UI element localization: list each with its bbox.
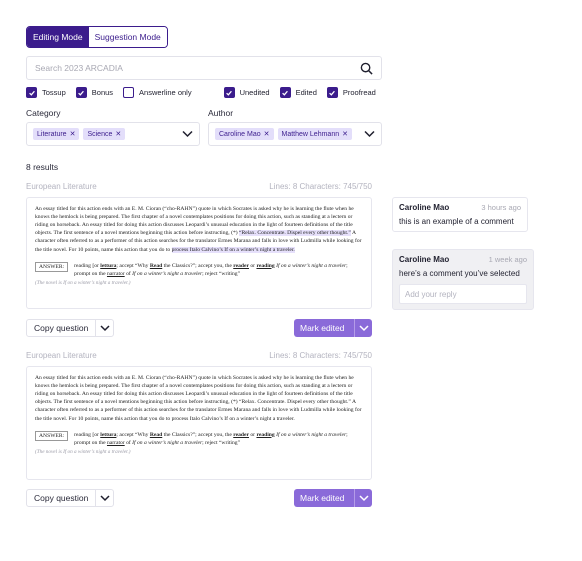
tag-label: Science xyxy=(87,130,113,138)
remove-tag-icon[interactable]: ✕ xyxy=(342,130,348,138)
author-tag: Matthew Lehmann ✕ xyxy=(277,128,352,140)
question-note: (The novel is If on a winter’s night a t… xyxy=(35,279,131,286)
checkbox-checked-icon xyxy=(223,87,235,98)
question-text: An essay titled for this action ends wit… xyxy=(35,205,363,254)
checkbox-checked-icon xyxy=(26,87,37,98)
remove-tag-icon[interactable]: ✕ xyxy=(264,130,270,138)
comment-header: Caroline Mao 1 week ago xyxy=(399,255,527,264)
tag-label: Caroline Mao xyxy=(219,130,261,138)
question-header: European Literature Lines: 8 Characters:… xyxy=(26,351,372,360)
results-count: 8 results xyxy=(26,162,59,172)
answer-label: ANSWER: xyxy=(35,261,69,272)
checkbox-checked-icon xyxy=(279,87,291,98)
suggestion-mode-button[interactable]: Suggestion Mode xyxy=(88,27,167,47)
editing-mode-button[interactable]: Editing Mode xyxy=(27,27,89,47)
mark-edited-label: Mark edited xyxy=(300,493,345,503)
author-label: Author xyxy=(208,108,234,118)
remove-tag-icon[interactable]: ✕ xyxy=(70,130,76,138)
question-text: An essay titled for this action ends wit… xyxy=(35,375,362,422)
copy-question-button[interactable]: Copy question xyxy=(26,319,115,337)
chevron-down-icon[interactable] xyxy=(95,320,113,336)
filter-answerline-only[interactable]: Answerline only xyxy=(123,87,192,98)
filter-label: Tossup xyxy=(42,88,66,97)
mark-edited-label: Mark edited xyxy=(300,323,345,333)
checkbox-unchecked-icon xyxy=(123,87,135,98)
author-select[interactable]: Caroline Mao ✕ Matthew Lehmann ✕ xyxy=(208,122,382,146)
filter-checkboxes: Tossup Bonus Answerline only Unedited Ed… xyxy=(26,87,380,98)
highlighted-text[interactable]: process Italo Calvino’s If on a winter’s… xyxy=(171,246,295,253)
question-header: European Literature Lines: 8 Characters:… xyxy=(26,182,372,191)
chevron-down-icon[interactable] xyxy=(354,319,372,337)
answer-row: ANSWER: reading [or lettura; accept “Why… xyxy=(35,261,363,278)
filter-tossup[interactable]: Tossup xyxy=(26,87,66,98)
question-category: European Literature xyxy=(26,182,97,191)
filter-unedited[interactable]: Unedited xyxy=(223,87,270,98)
chevron-down-icon[interactable] xyxy=(95,490,113,506)
question-card[interactable]: An essay titled for this action ends wit… xyxy=(26,366,372,480)
comment-body: here’s a comment you’ve selected xyxy=(399,269,520,278)
author-tag: Caroline Mao ✕ xyxy=(215,128,274,140)
comment-card-selected[interactable]: Caroline Mao 1 week ago here’s a comment… xyxy=(392,249,534,310)
filter-proofread[interactable]: Proofread xyxy=(326,87,376,98)
filter-label: Proofread xyxy=(342,88,376,97)
filter-bonus[interactable]: Bonus xyxy=(75,87,114,98)
comment-time: 3 hours ago xyxy=(481,203,521,212)
search-icon[interactable] xyxy=(359,61,373,75)
chevron-down-icon[interactable] xyxy=(181,128,193,140)
question-stats: Lines: 8 Characters: 745/750 xyxy=(269,182,372,191)
chevron-down-icon[interactable] xyxy=(363,128,375,140)
tag-label: Matthew Lehmann xyxy=(281,130,340,138)
comment-author: Caroline Mao xyxy=(399,203,450,212)
mode-toggle: Editing Mode Suggestion Mode xyxy=(26,26,168,48)
category-tag: Science ✕ xyxy=(83,128,126,140)
reply-input[interactable]: Add your reply xyxy=(399,284,527,304)
mark-edited-button[interactable]: Mark edited xyxy=(294,489,372,507)
filter-label: Unedited xyxy=(239,88,270,97)
category-select[interactable]: Literature ✕ Science ✕ xyxy=(26,122,200,146)
filter-label: Answerline only xyxy=(139,88,192,97)
checkbox-checked-icon xyxy=(326,87,338,98)
comment-header: Caroline Mao 3 hours ago xyxy=(399,203,521,212)
checkbox-checked-icon xyxy=(75,87,87,98)
answer-label: ANSWER: xyxy=(35,430,69,441)
search-input[interactable] xyxy=(35,63,359,73)
answer-row: ANSWER: reading [or lettura; accept “Why… xyxy=(35,430,363,447)
category-tag: Literature ✕ xyxy=(33,128,80,140)
filter-label: Bonus xyxy=(91,88,114,97)
tag-label: Literature xyxy=(37,130,67,138)
comment-time: 1 week ago xyxy=(488,255,527,264)
comment-body: this is an example of a comment xyxy=(399,217,514,226)
answer-text: reading [or lettura; accept “Why Read th… xyxy=(74,431,348,446)
answer-text: reading [or lettura; accept “Why Read th… xyxy=(74,262,348,277)
question-card[interactable]: An essay titled for this action ends wit… xyxy=(26,197,372,309)
copy-question-button[interactable]: Copy question xyxy=(26,489,115,507)
mark-edited-button[interactable]: Mark edited xyxy=(294,319,372,337)
highlighted-text[interactable]: “Relax. Concentrate. Dispel every other … xyxy=(239,230,351,237)
remove-tag-icon[interactable]: ✕ xyxy=(115,130,121,138)
comment-card[interactable]: Caroline Mao 3 hours ago this is an exam… xyxy=(392,197,528,232)
filter-label: Edited xyxy=(295,88,317,97)
question-stats: Lines: 8 Characters: 745/750 xyxy=(269,351,372,360)
question-note: (The novel is If on a winter’s night a t… xyxy=(35,448,131,455)
chevron-down-icon[interactable] xyxy=(354,489,372,507)
category-label: Category xyxy=(26,108,61,118)
filter-edited[interactable]: Edited xyxy=(279,87,317,98)
search-bar xyxy=(26,56,382,80)
copy-question-label: Copy question xyxy=(34,493,89,503)
comment-author: Caroline Mao xyxy=(399,255,450,264)
question-category: European Literature xyxy=(26,351,97,360)
copy-question-label: Copy question xyxy=(34,323,89,333)
